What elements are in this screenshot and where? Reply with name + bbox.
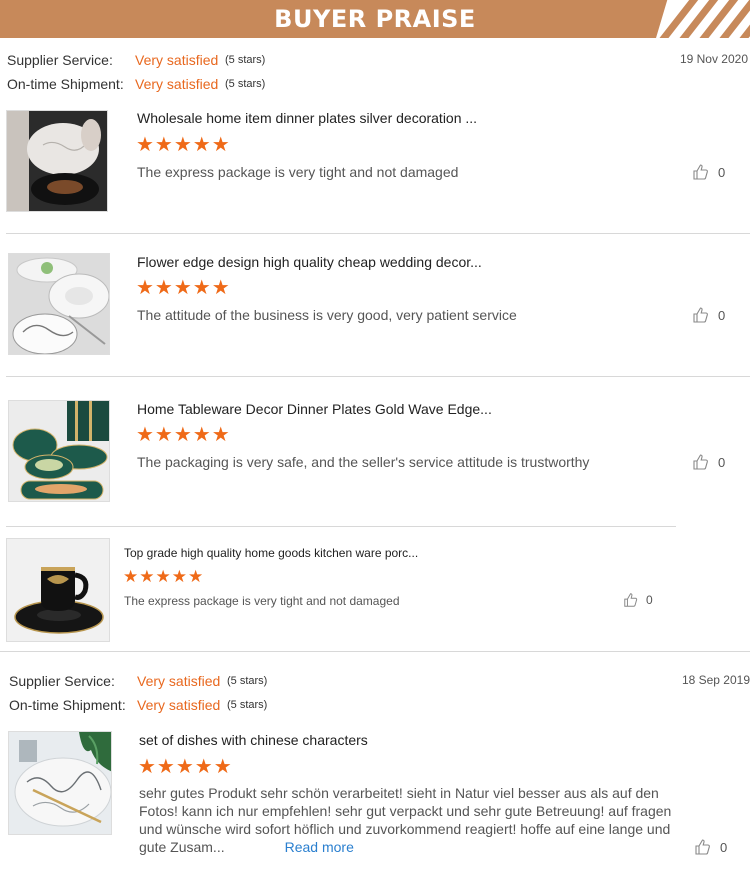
like-button[interactable]: 0 [623, 592, 653, 608]
divider [0, 651, 750, 652]
review-comment: The express package is very tight and no… [124, 594, 400, 608]
banner-title: BUYER PRAISE [274, 5, 476, 33]
product-title-link[interactable]: Top grade high quality home goods kitche… [124, 546, 418, 560]
shipment-rating: On-time Shipment: Very satisfied (5 star… [9, 696, 267, 714]
supplier-service-value: Very satisfied [137, 673, 221, 689]
product-thumbnail[interactable] [8, 731, 112, 835]
review-comment: The attitude of the business is very goo… [137, 307, 517, 323]
star-rating: ★★★★★ [136, 424, 231, 446]
like-count: 0 [720, 839, 728, 855]
product-title-link[interactable]: Wholesale home item dinner plates silver… [137, 110, 477, 126]
supplier-service-stars: (5 stars) [227, 675, 268, 687]
supplier-service-label: Supplier Service: [9, 673, 115, 689]
like-count: 0 [718, 454, 726, 470]
review-comment: The packaging is very safe, and the sell… [137, 454, 590, 470]
review-comment-text: sehr gutes Produkt sehr schön verarbeite… [139, 785, 672, 855]
review-date: 19 Nov 2020 [679, 52, 748, 66]
supplier-service-stars: (5 stars) [225, 54, 266, 66]
thumbs-up-icon [693, 454, 708, 470]
thumbs-up-icon [624, 593, 638, 607]
shipment-stars: (5 stars) [227, 699, 268, 711]
product-thumbnail[interactable] [8, 253, 110, 355]
star-rating: ★★★★★ [136, 277, 231, 299]
shipment-label: On-time Shipment: [7, 76, 124, 92]
star-rating: ★★★★★ [123, 567, 205, 586]
banner-stripes-decoration [656, 0, 750, 38]
review-comment: sehr gutes Produkt sehr schön verarbeite… [139, 784, 695, 856]
like-button[interactable]: 0 [692, 163, 725, 181]
shipment-value: Very satisfied [137, 697, 221, 713]
product-thumbnail[interactable] [6, 538, 110, 642]
star-rating: ★★★★★ [138, 756, 233, 778]
shipment-stars: (5 stars) [225, 78, 266, 90]
supplier-service-label: Supplier Service: [7, 52, 113, 68]
like-count: 0 [718, 307, 726, 323]
review-comment: The express package is very tight and no… [137, 164, 459, 180]
supplier-service-rating: Supplier Service: Very satisfied (5 star… [9, 672, 267, 690]
supplier-service-rating: Supplier Service: Very satisfied (5 star… [7, 51, 265, 69]
product-thumbnail[interactable] [8, 400, 110, 502]
like-button[interactable]: 0 [692, 453, 725, 471]
divider [6, 376, 750, 377]
divider [6, 526, 676, 527]
shipment-value: Very satisfied [135, 76, 219, 92]
buyer-praise-banner: BUYER PRAISE [0, 0, 750, 38]
supplier-service-value: Very satisfied [135, 52, 219, 68]
review-date: 18 Sep 2019 [681, 673, 750, 687]
like-count: 0 [646, 593, 653, 607]
product-title-link[interactable]: Flower edge design high quality cheap we… [137, 254, 482, 270]
product-title-link[interactable]: set of dishes with chinese characters [139, 732, 368, 748]
divider [6, 233, 750, 234]
product-title-link[interactable]: Home Tableware Decor Dinner Plates Gold … [137, 401, 492, 417]
shipment-label: On-time Shipment: [9, 697, 126, 713]
product-thumbnail[interactable] [6, 110, 108, 212]
thumbs-up-icon [695, 839, 710, 855]
like-button[interactable]: 0 [692, 306, 725, 324]
thumbs-up-icon [693, 307, 708, 323]
thumbs-up-icon [693, 164, 708, 180]
star-rating: ★★★★★ [136, 134, 231, 156]
read-more-link[interactable]: Read more [285, 839, 354, 855]
like-button[interactable]: 0 [694, 838, 727, 856]
shipment-rating: On-time Shipment: Very satisfied (5 star… [7, 75, 265, 93]
like-count: 0 [718, 164, 726, 180]
